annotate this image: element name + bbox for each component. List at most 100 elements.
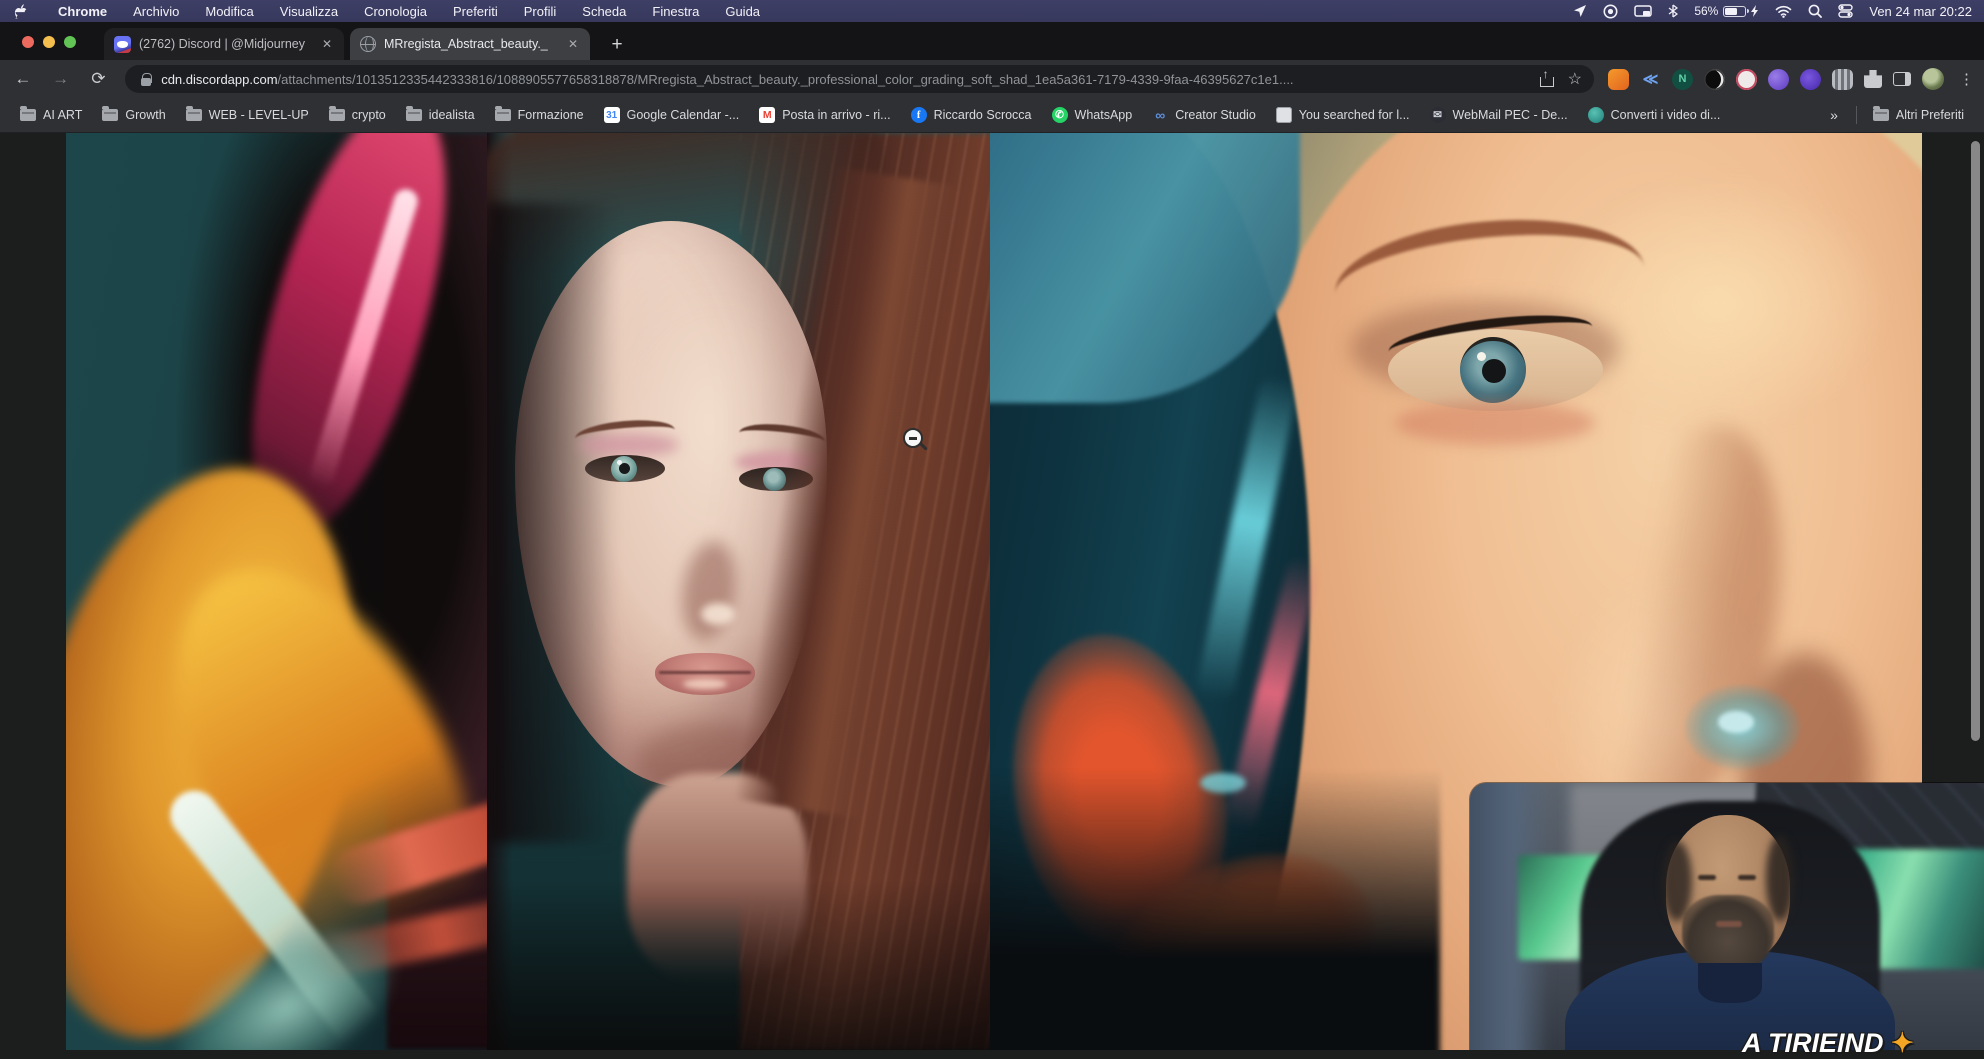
page-content — [0, 133, 1984, 1050]
window-controls — [22, 36, 76, 48]
menubar-item-finestra[interactable]: Finestra — [639, 4, 712, 19]
artwork-panel-portrait — [487, 133, 990, 1050]
bookmark-label: crypto — [352, 108, 386, 122]
calendar-icon: 31 — [604, 107, 620, 123]
bookmark-label: Google Calendar -... — [627, 108, 740, 122]
extension-icon-striped[interactable] — [1832, 69, 1853, 90]
url-path: /attachments/1013512335442333816/1088905… — [278, 72, 1294, 87]
browser-toolbar: ← → ⟳ cdn.discordapp.com/attachments/101… — [0, 60, 1984, 98]
bookmark-folder-web-level-up[interactable]: WEB - LEVEL-UP — [176, 108, 319, 122]
bookmark-creator-studio[interactable]: ∞Creator Studio — [1142, 107, 1266, 123]
extension-icon-key[interactable] — [1736, 69, 1757, 90]
bookmark-star-icon[interactable]: ☆ — [1568, 69, 1582, 89]
chrome-menu-icon[interactable]: ⋮ — [1959, 70, 1974, 88]
menubar-item-guida[interactable]: Guida — [712, 4, 773, 19]
bookmark-label: AI ART — [43, 108, 82, 122]
scrollbar-thumb[interactable] — [1971, 141, 1980, 741]
generic-page-icon — [1276, 107, 1292, 123]
bookmark-whatsapp[interactable]: ✆WhatsApp — [1042, 107, 1143, 123]
bookmark-gmail[interactable]: M Posta in arrivo - ri... — [749, 107, 900, 123]
folder-icon — [329, 109, 345, 121]
side-panel-icon[interactable] — [1893, 72, 1911, 86]
menubar-item-modifica[interactable]: Modifica — [192, 4, 266, 19]
extensions-puzzle-icon[interactable] — [1864, 70, 1882, 88]
folder-icon — [186, 109, 202, 121]
address-bar[interactable]: cdn.discordapp.com/attachments/101351233… — [125, 65, 1594, 93]
extension-icon-blue-wings[interactable]: ≪ — [1640, 69, 1661, 90]
menubar-item-preferiti[interactable]: Preferiti — [440, 4, 511, 19]
wifi-icon[interactable] — [1775, 5, 1792, 18]
apple-menu-icon[interactable] — [14, 4, 27, 19]
bookmark-folder-crypto[interactable]: crypto — [319, 108, 396, 122]
extension-icon-black-circle[interactable] — [1704, 69, 1725, 90]
new-tab-button[interactable]: + — [604, 32, 630, 58]
close-window-button[interactable] — [22, 36, 34, 48]
bookmark-folder-formazione[interactable]: Formazione — [485, 108, 594, 122]
menubar-item-cronologia[interactable]: Cronologia — [351, 4, 440, 19]
bookmark-label: idealista — [429, 108, 475, 122]
bookmark-label: Formazione — [518, 108, 584, 122]
menubar-item-chrome[interactable]: Chrome — [45, 4, 120, 19]
meta-icon: ∞ — [1152, 107, 1168, 123]
webcam-overlay — [1470, 783, 1984, 1050]
bookmarks-overflow-chevron[interactable]: » — [1818, 107, 1850, 123]
menubar-item-profili[interactable]: Profili — [511, 4, 570, 19]
bookmark-label: Growth — [125, 108, 165, 122]
tab-strip: (2762) Discord | @Midjourney ✕ MRregista… — [0, 22, 1984, 60]
fullscreen-window-button[interactable] — [64, 36, 76, 48]
bookmark-folder-growth[interactable]: Growth — [92, 108, 175, 122]
back-button[interactable]: ← — [8, 64, 38, 94]
converter-icon — [1588, 107, 1604, 123]
bookmark-webmail-pec[interactable]: ✉WebMail PEC - De... — [1420, 107, 1578, 123]
tab-label: MRregista_Abstract_beauty._ — [384, 37, 558, 51]
folder-icon — [1873, 109, 1889, 121]
tab-close-icon[interactable]: ✕ — [320, 37, 334, 51]
extension-icon-purple-blob[interactable] — [1768, 69, 1789, 90]
menubar-item-scheda[interactable]: Scheda — [569, 4, 639, 19]
forward-button[interactable]: → — [46, 64, 76, 94]
other-bookmarks-folder[interactable]: Altri Preferiti — [1863, 108, 1974, 122]
spotlight-search-icon[interactable] — [1808, 4, 1822, 18]
bookmark-folder-ai-art[interactable]: AI ART — [10, 108, 92, 122]
bookmark-label: WEB - LEVEL-UP — [209, 108, 309, 122]
presenter-mouth — [1716, 921, 1742, 927]
tab-close-icon[interactable]: ✕ — [566, 37, 580, 51]
control-center-icon[interactable] — [1838, 4, 1853, 18]
profile-avatar[interactable] — [1922, 68, 1944, 90]
tab-discord[interactable]: (2762) Discord | @Midjourney ✕ — [104, 28, 344, 60]
extension-icon-notion-n[interactable]: N — [1672, 69, 1693, 90]
tab-image-active[interactable]: MRregista_Abstract_beauty._ ✕ — [350, 28, 590, 60]
battery-indicator[interactable]: 56% — [1694, 4, 1759, 18]
extension-icon-orange[interactable] — [1608, 69, 1629, 90]
minimize-window-button[interactable] — [43, 36, 55, 48]
folder-icon — [102, 109, 118, 121]
bookmark-label: Posta in arrivo - ri... — [782, 108, 890, 122]
bookmarks-bar: AI ART Growth WEB - LEVEL-UP crypto idea… — [0, 98, 1984, 133]
presenter-collar — [1698, 963, 1762, 1003]
macos-menubar: Chrome Archivio Modifica Visualizza Cron… — [0, 0, 1984, 22]
extensions-area: ≪ N ⋮ — [1608, 68, 1984, 90]
bookmark-folder-idealista[interactable]: idealista — [396, 108, 485, 122]
gmail-icon: M — [759, 107, 775, 123]
menubar-item-visualizza[interactable]: Visualizza — [267, 4, 351, 19]
charging-bolt-icon — [1751, 5, 1759, 17]
location-arrow-icon[interactable] — [1573, 4, 1587, 18]
bookmark-label: Riccardo Scrocca — [934, 108, 1032, 122]
bookmark-you-searched[interactable]: You searched for l... — [1266, 107, 1420, 123]
lock-icon[interactable] — [141, 73, 151, 86]
screen-record-icon[interactable] — [1603, 4, 1618, 19]
bluetooth-icon[interactable] — [1668, 4, 1678, 18]
bookmark-google-calendar[interactable]: 31 Google Calendar -... — [594, 107, 750, 123]
share-icon[interactable] — [1540, 71, 1554, 87]
menubar-clock[interactable]: Ven 24 mar 20:22 — [1869, 4, 1972, 19]
battery-percent-label: 56% — [1694, 4, 1718, 18]
presenter-eye — [1698, 875, 1716, 880]
bookmark-facebook[interactable]: f Riccardo Scrocca — [901, 107, 1042, 123]
bookmark-converti-video[interactable]: Converti i video di... — [1578, 107, 1731, 123]
extension-icon-purple-circle[interactable] — [1800, 69, 1821, 90]
display-mirroring-icon[interactable] — [1634, 5, 1652, 18]
reload-button[interactable]: ⟳ — [83, 64, 113, 94]
url-text[interactable]: cdn.discordapp.com/attachments/101351233… — [161, 72, 1529, 87]
menubar-item-archivio[interactable]: Archivio — [120, 4, 192, 19]
facebook-icon: f — [911, 107, 927, 123]
